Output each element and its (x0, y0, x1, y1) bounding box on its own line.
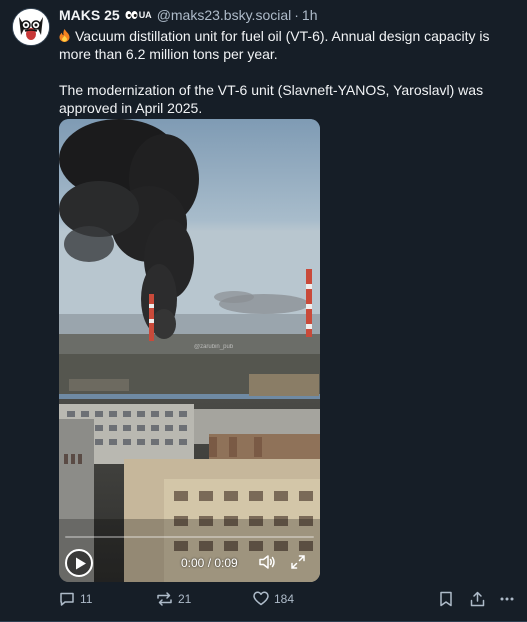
video-current-time: 0:00 (181, 556, 205, 570)
feed-post[interactable]: MAKS 25 UA @maks23.bsky.social · 1h Vacu… (0, 0, 527, 622)
post-paragraph: Vacuum distillation unit for fuel oil (V… (59, 27, 511, 63)
post-content: MAKS 25 UA @maks23.bsky.social · 1h Vacu… (59, 6, 515, 607)
video-watermark: @zarubin_pub (194, 344, 234, 350)
badge-text: UA (138, 10, 152, 20)
eyes-icon (125, 11, 138, 19)
avatar-image (13, 9, 49, 45)
author-display-name[interactable]: MAKS 25 (59, 6, 120, 24)
post-header: MAKS 25 UA @maks23.bsky.social · 1h (59, 6, 515, 24)
video-duration: 0:09 (214, 556, 238, 570)
more-dots-icon (500, 597, 514, 601)
profile-badge: UA (125, 6, 152, 24)
author-handle[interactable]: @maks23.bsky.social (157, 6, 292, 24)
video-time-separator: / (204, 556, 215, 570)
volume-icon (259, 555, 275, 569)
repost-count: 21 (178, 592, 192, 606)
play-button[interactable] (65, 549, 93, 577)
video-player[interactable]: @zarubin_pub 0:00 / 0:09 (59, 119, 320, 582)
reply-bubble-icon (60, 592, 74, 606)
meta-separator: · (294, 7, 299, 23)
bookmark-icon (440, 591, 452, 607)
post-text: Vacuum distillation unit for fuel oil (V… (59, 27, 511, 117)
video-frame: @zarubin_pub (59, 119, 320, 582)
bookmark-button[interactable] (439, 591, 453, 607)
avatar[interactable] (12, 8, 50, 46)
author-meta: UA @maks23.bsky.social · 1h (125, 6, 318, 24)
post-paragraph-1-text: Vacuum distillation unit for fuel oil (V… (59, 28, 490, 62)
video-progress-bar[interactable] (65, 536, 314, 538)
post-paragraph: The modernization of the VT-6 unit (Slav… (59, 82, 484, 116)
fullscreen-button[interactable] (291, 555, 305, 574)
post-timestamp[interactable]: 1h (302, 6, 318, 24)
post-actions: 11 21 184 (59, 591, 519, 611)
play-icon (76, 557, 86, 570)
more-options-button[interactable] (499, 591, 515, 607)
mute-button[interactable] (259, 554, 277, 575)
like-button[interactable]: 184 (253, 591, 294, 606)
heart-icon (253, 591, 269, 606)
repost-icon (157, 592, 172, 606)
share-icon (470, 591, 485, 607)
fullscreen-icon (291, 555, 305, 569)
reply-count: 11 (80, 592, 93, 606)
like-count: 184 (274, 591, 295, 606)
video-time: 0:00 / 0:09 (181, 556, 238, 570)
reply-button[interactable]: 11 (59, 591, 92, 607)
repost-button[interactable]: 21 (156, 591, 191, 607)
share-button[interactable] (470, 591, 485, 607)
fire-icon (59, 29, 70, 42)
